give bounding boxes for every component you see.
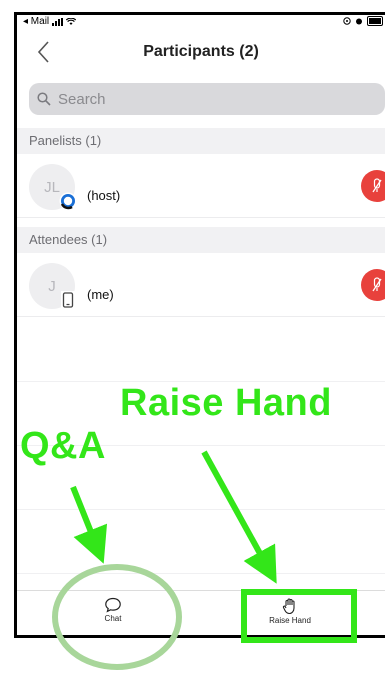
alarm-icon — [356, 18, 362, 25]
chat-button[interactable]: Chat — [73, 597, 153, 623]
wifi-icon — [66, 17, 77, 25]
phone-device-icon — [61, 291, 75, 309]
search-bar[interactable] — [29, 83, 385, 115]
battery-icon — [367, 16, 383, 26]
section-header-panelists: Panelists (1) — [17, 128, 385, 154]
participant-row-host[interactable]: JL (host) — [17, 154, 385, 218]
list-divider — [17, 381, 385, 382]
phone-screen: ◂ Mail Participants (2) Search Panelists… — [14, 12, 385, 638]
chat-label: Chat — [104, 614, 122, 623]
orientation-lock-icon — [343, 17, 351, 25]
list-divider — [17, 445, 385, 446]
mic-muted-icon — [372, 277, 382, 292]
list-divider — [17, 509, 385, 510]
mute-button[interactable] — [361, 269, 385, 301]
search-input[interactable] — [56, 89, 360, 109]
chat-bubble-icon — [105, 597, 121, 613]
participant-name: (host) — [87, 188, 121, 203]
signal-icon — [52, 17, 64, 26]
status-bar: ◂ Mail — [17, 15, 385, 31]
list-divider — [17, 573, 385, 574]
raise-hand-label: Raise Hand — [269, 616, 311, 625]
page-title: Participants (2) — [143, 43, 259, 60]
nav-bar: Participants (2) — [17, 31, 385, 75]
mute-button[interactable] — [361, 170, 385, 202]
mic-muted-icon — [372, 178, 382, 193]
participant-name: (me) — [87, 287, 114, 302]
section-header-attendees: Attendees (1) — [17, 227, 385, 253]
back-to-app-label[interactable]: ◂ Mail — [23, 16, 49, 27]
participant-row-me[interactable]: J (me) — [17, 253, 385, 317]
search-icon — [37, 92, 51, 106]
bottom-toolbar: Chat Raise Hand — [17, 590, 385, 635]
raise-hand-icon — [282, 598, 295, 615]
raise-hand-button[interactable]: Raise Hand — [250, 597, 330, 625]
zoom-badge-icon — [59, 192, 77, 210]
